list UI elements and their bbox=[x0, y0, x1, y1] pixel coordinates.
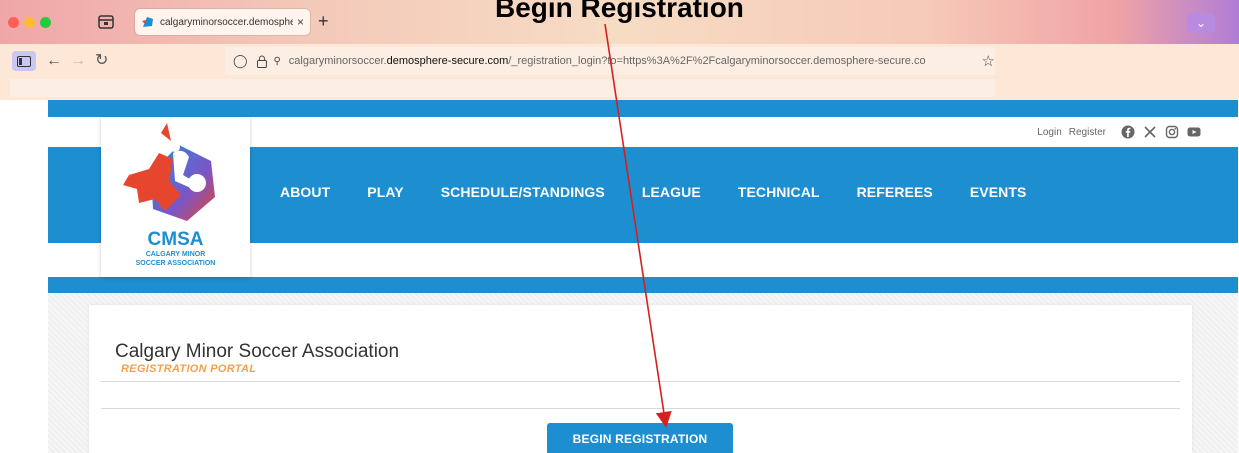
page-title: Calgary Minor Soccer Association bbox=[115, 341, 400, 362]
reload-icon[interactable]: ↻ bbox=[95, 52, 108, 70]
register-link[interactable]: Register bbox=[1069, 127, 1106, 138]
nav-technical[interactable]: TECHNICAL bbox=[738, 184, 820, 200]
sidebar-toggle-icon[interactable] bbox=[12, 51, 36, 71]
x-twitter-icon[interactable] bbox=[1143, 125, 1157, 139]
shield-icon[interactable]: ◯ bbox=[233, 53, 248, 69]
nav-events[interactable]: EVENTS bbox=[970, 184, 1027, 200]
youtube-icon[interactable] bbox=[1187, 125, 1201, 139]
logo-wordmark: CMSA bbox=[147, 229, 204, 250]
tab-list-chevron-icon[interactable]: ⌄ bbox=[1187, 13, 1215, 33]
forward-arrow-icon[interactable]: → bbox=[70, 52, 86, 70]
url-path: /_registration_login?to=https%3A%2F%2Fca… bbox=[508, 55, 926, 67]
annotation-label: Begin Registration bbox=[495, 0, 744, 23]
screenshot-root: calgaryminorsoccer.demosphere × + ⌄ ← → … bbox=[0, 0, 1239, 453]
nav-referees[interactable]: REFEREES bbox=[857, 184, 933, 200]
tab-overview-icon[interactable] bbox=[96, 12, 116, 32]
browser-toolbar: ← → ↻ ◯ ⚲ calgaryminorsoccer.demosphere-… bbox=[0, 44, 1239, 78]
nav-play[interactable]: PLAY bbox=[367, 184, 403, 200]
registration-card: Calgary Minor Soccer Association REGISTR… bbox=[89, 305, 1192, 453]
web-page: CMSA CALGARY MINOR SOCCER ASSOCIATION Lo… bbox=[0, 100, 1239, 453]
browser-tab-active[interactable]: calgaryminorsoccer.demosphere × bbox=[135, 9, 310, 35]
page-subtitle: REGISTRATION PORTAL bbox=[121, 363, 257, 375]
site-logo[interactable]: CMSA CALGARY MINOR SOCCER ASSOCIATION bbox=[101, 117, 250, 277]
header-top-strip bbox=[48, 100, 1238, 117]
logo-subtitle-line-2: SOCCER ASSOCIATION bbox=[135, 260, 216, 267]
bookmarks-area bbox=[10, 79, 995, 97]
permissions-icon[interactable]: ⚲ bbox=[273, 56, 280, 67]
bookmarks-bar bbox=[0, 78, 1239, 100]
minimize-window-button[interactable] bbox=[24, 17, 35, 28]
nav-league[interactable]: LEAGUE bbox=[642, 184, 701, 200]
facebook-icon[interactable] bbox=[1121, 125, 1135, 139]
lock-icon[interactable] bbox=[256, 55, 268, 68]
cmsa-logo-icon bbox=[123, 123, 215, 221]
cmsa-favicon-icon bbox=[142, 17, 153, 27]
main-navigation: ABOUT PLAY SCHEDULE/STANDINGS LEAGUE TEC… bbox=[280, 184, 1063, 200]
nav-about[interactable]: ABOUT bbox=[280, 184, 330, 200]
address-bar[interactable]: ◯ ⚲ calgaryminorsoccer.demosphere-secure… bbox=[225, 47, 995, 75]
tab-close-icon[interactable]: × bbox=[297, 15, 304, 29]
utility-links: Login Register bbox=[1037, 125, 1201, 139]
close-window-button[interactable] bbox=[8, 17, 19, 28]
url-domain: demosphere-secure.com bbox=[386, 55, 509, 67]
nav-schedule-standings[interactable]: SCHEDULE/STANDINGS bbox=[441, 184, 605, 200]
divider bbox=[101, 381, 1180, 382]
back-arrow-icon[interactable]: ← bbox=[46, 52, 62, 70]
instagram-icon[interactable] bbox=[1165, 125, 1179, 139]
maximize-window-button[interactable] bbox=[40, 17, 51, 28]
url-prefix: calgaryminorsoccer. bbox=[288, 55, 387, 67]
bookmark-star-icon[interactable]: ☆ bbox=[982, 52, 995, 70]
new-tab-button[interactable]: + bbox=[318, 11, 329, 31]
divider bbox=[101, 408, 1180, 409]
logo-subtitle-line-1: CALGARY MINOR bbox=[145, 251, 206, 258]
login-link[interactable]: Login bbox=[1037, 127, 1061, 138]
tab-title: calgaryminorsoccer.demosphere bbox=[160, 16, 293, 28]
header-bottom-strip bbox=[48, 277, 1238, 293]
begin-registration-button[interactable]: BEGIN REGISTRATION bbox=[547, 423, 733, 453]
url-text[interactable]: calgaryminorsoccer.demosphere-secure.com… bbox=[289, 55, 974, 67]
